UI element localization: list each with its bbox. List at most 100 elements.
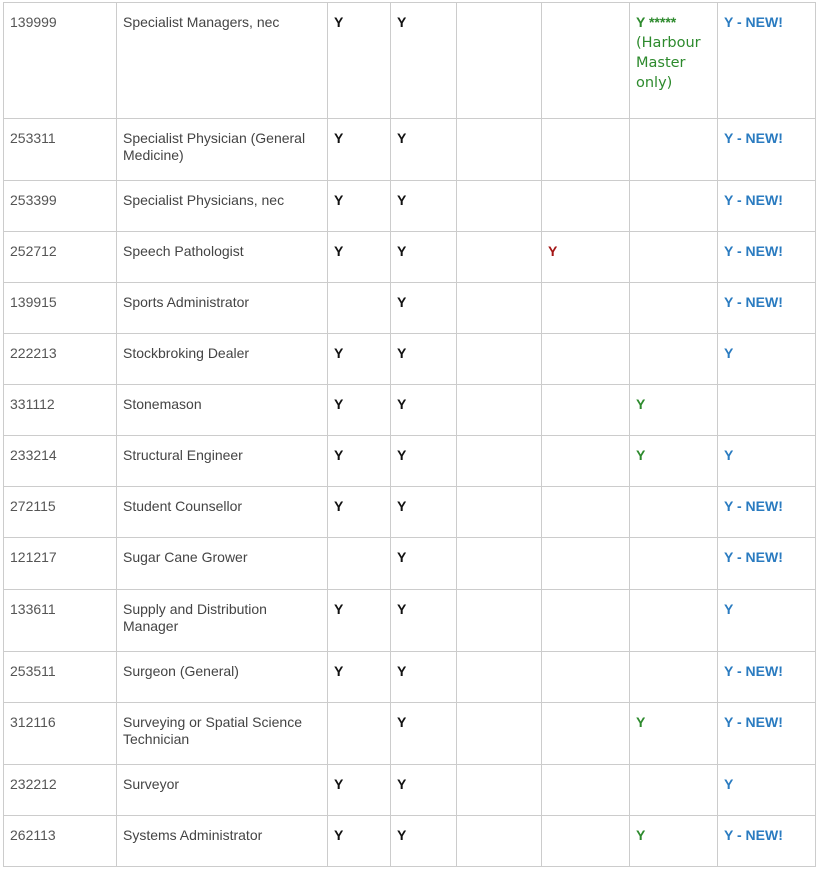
mark-col-2: Y xyxy=(390,435,457,487)
mark-col-1: Y xyxy=(327,118,391,181)
occupation-code: 121217 xyxy=(3,537,117,590)
mark-col-3 xyxy=(456,384,542,436)
mark-col-2: Y xyxy=(390,764,457,816)
mark-col-5 xyxy=(629,282,718,334)
occupation-name: Supply and Distribution Manager xyxy=(116,589,328,652)
mark-col-6-text: Y - NEW! xyxy=(724,663,783,679)
table-row: 253399 Specialist Physicians, nec Y Y Y - NE… xyxy=(3,180,816,232)
occupation-name: Specialist Managers, nec xyxy=(116,2,328,119)
occupation-code-text: 139999 xyxy=(10,14,57,30)
mark-col-5-text: Y ***** xyxy=(636,14,677,30)
occupation-code-text: 253399 xyxy=(10,192,57,208)
mark-col-5 xyxy=(629,537,718,590)
occupation-code: 262113 xyxy=(3,815,117,867)
mark-col-5-text: Y xyxy=(636,714,646,730)
mark-col-3 xyxy=(456,282,542,334)
mark-col-6-text: Y - NEW! xyxy=(724,294,783,310)
occupation-code: 272115 xyxy=(3,486,117,538)
table-row: 233214 Structural Engineer Y Y Y Y xyxy=(3,435,816,487)
occupation-code-text: 252712 xyxy=(10,243,57,259)
mark-col-2-text: Y xyxy=(397,345,407,361)
table-row: 222213 Stockbroking Dealer Y Y Y xyxy=(3,333,816,385)
mark-col-1-text: Y xyxy=(334,827,344,843)
mark-col-5: Y ***** (Harbour Master only) xyxy=(629,2,718,119)
occupation-name-text: Speech Pathologist xyxy=(123,243,244,259)
table-row: 331112 Stonemason Y Y Y xyxy=(3,384,816,436)
mark-col-6: Y xyxy=(717,435,816,487)
mark-col-3 xyxy=(456,815,542,867)
mark-col-2: Y xyxy=(390,231,457,283)
mark-col-5-note: (Harbour Master only) xyxy=(636,35,701,91)
mark-col-4 xyxy=(541,537,630,590)
mark-col-6: Y - NEW! xyxy=(717,180,816,232)
mark-col-1-text: Y xyxy=(334,663,344,679)
mark-col-4 xyxy=(541,435,630,487)
occupation-table-body: 139999 Specialist Managers, nec Y Y Y ***** (… xyxy=(3,2,816,867)
mark-col-1-text: Y xyxy=(334,130,344,146)
mark-col-6-text: Y - NEW! xyxy=(724,549,783,565)
occupation-name: Stonemason xyxy=(116,384,328,436)
mark-col-4 xyxy=(541,589,630,652)
mark-col-2-text: Y xyxy=(397,498,407,514)
occupation-name: Specialist Physician (General Medicine) xyxy=(116,118,328,181)
mark-col-5 xyxy=(629,651,718,703)
mark-col-5 xyxy=(629,231,718,283)
table-row: 133611 Supply and Distribution Manager Y Y Y xyxy=(3,589,816,652)
mark-col-5: Y xyxy=(629,435,718,487)
mark-col-1: Y xyxy=(327,435,391,487)
mark-col-5-note-block: Y ***** (Harbour Master only) xyxy=(636,12,711,93)
mark-col-5: Y xyxy=(629,384,718,436)
mark-col-6: Y - NEW! xyxy=(717,282,816,334)
occupation-name-text: Surgeon (General) xyxy=(123,663,239,679)
mark-col-6: Y - NEW! xyxy=(717,702,816,765)
occupation-code-text: 233214 xyxy=(10,447,57,463)
mark-col-1: Y xyxy=(327,2,391,119)
mark-col-2-text: Y xyxy=(397,14,407,30)
mark-col-6: Y - NEW! xyxy=(717,815,816,867)
mark-col-3 xyxy=(456,333,542,385)
mark-col-2: Y xyxy=(390,282,457,334)
occupation-code: 253511 xyxy=(3,651,117,703)
mark-col-4: Y xyxy=(541,231,630,283)
occupation-name-text: Sugar Cane Grower xyxy=(123,549,248,565)
mark-col-1-text: Y xyxy=(334,396,344,412)
mark-col-3 xyxy=(456,651,542,703)
occupation-code: 252712 xyxy=(3,231,117,283)
occupation-code-text: 121217 xyxy=(10,549,57,565)
mark-col-2-text: Y xyxy=(397,827,407,843)
occupation-code-text: 253511 xyxy=(10,663,56,679)
occupation-code-text: 312116 xyxy=(10,714,56,730)
mark-col-2-text: Y xyxy=(397,601,407,617)
occupation-code-text: 272115 xyxy=(10,498,56,514)
table-row: 312116 Surveying or Spatial Science Techn… xyxy=(3,702,816,765)
mark-col-2: Y xyxy=(390,180,457,232)
mark-col-2-text: Y xyxy=(397,243,407,259)
mark-col-5-text: Y xyxy=(636,827,646,843)
occupation-name-text: Systems Administrator xyxy=(123,827,263,843)
mark-col-6: Y - NEW! xyxy=(717,118,816,181)
mark-col-2: Y xyxy=(390,651,457,703)
occupation-name: Speech Pathologist xyxy=(116,231,328,283)
mark-col-2-text: Y xyxy=(397,776,407,792)
table-row: 232212 Surveyor Y Y Y xyxy=(3,764,816,816)
mark-col-2: Y xyxy=(390,118,457,181)
occupation-code: 133611 xyxy=(3,589,117,652)
occupation-name-text: Student Counsellor xyxy=(123,498,243,514)
occupation-code: 312116 xyxy=(3,702,117,765)
mark-col-6-text: Y - NEW! xyxy=(724,243,783,259)
occupation-code-text: 331112 xyxy=(10,396,55,412)
mark-col-6 xyxy=(717,384,816,436)
mark-col-1-text: Y xyxy=(334,447,344,463)
mark-col-6-text: Y - NEW! xyxy=(724,827,783,843)
mark-col-4 xyxy=(541,764,630,816)
mark-col-1-text: Y xyxy=(334,192,344,208)
occupation-name-text: Sports Administrator xyxy=(123,294,250,310)
mark-col-4 xyxy=(541,333,630,385)
mark-col-5 xyxy=(629,118,718,181)
mark-col-3 xyxy=(456,486,542,538)
occupation-name: Sports Administrator xyxy=(116,282,328,334)
mark-col-6-text: Y xyxy=(724,776,734,792)
mark-col-2: Y xyxy=(390,702,457,765)
mark-col-1: Y xyxy=(327,589,391,652)
mark-col-4 xyxy=(541,815,630,867)
